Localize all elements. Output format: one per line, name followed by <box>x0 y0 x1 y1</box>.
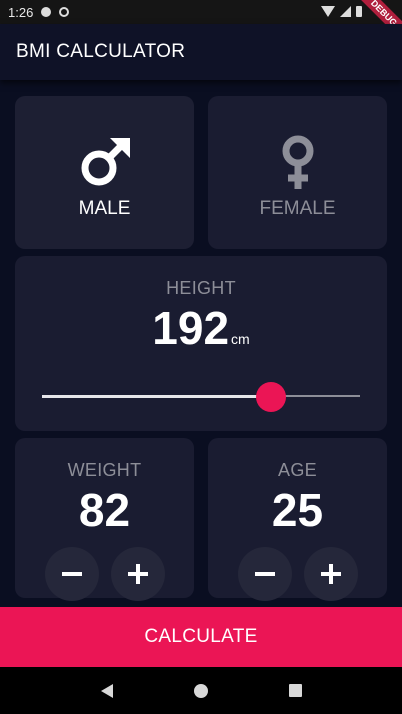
app-bar: BMI CALCULATOR <box>0 24 402 80</box>
weight-value: 82 <box>78 484 131 536</box>
female-symbol-icon <box>282 135 313 189</box>
age-decrement-button[interactable] <box>237 547 292 601</box>
slider-thumb[interactable] <box>256 382 286 412</box>
sync-icon <box>59 7 70 17</box>
male-label: MALE <box>78 198 131 219</box>
notification-icon <box>41 7 52 17</box>
home-circle-icon[interactable] <box>193 683 208 698</box>
weight-decrement-button[interactable] <box>44 547 99 601</box>
female-card[interactable]: FEMALE <box>208 96 387 249</box>
weight-label: WEIGHT <box>67 460 142 480</box>
age-card: AGE 25 <box>208 438 387 601</box>
signal-icon <box>340 6 351 17</box>
back-triangle-icon[interactable] <box>100 683 113 698</box>
age-label: AGE <box>278 460 317 480</box>
calculate-button[interactable]: CALCULATE <box>0 607 402 667</box>
status-bar: 1:26 DEBUG <box>0 0 402 47</box>
height-slider[interactable] <box>42 382 360 412</box>
height-unit: cm <box>231 331 250 347</box>
male-card[interactable]: MALE <box>15 96 194 249</box>
weight-card: WEIGHT 82 <box>15 438 194 601</box>
system-nav-bar <box>0 667 402 714</box>
status-time: 1:26 <box>8 4 34 20</box>
slider-active-track <box>42 395 271 398</box>
plus-icon <box>127 564 148 584</box>
height-value: 192 <box>152 302 230 354</box>
battery-icon <box>356 6 362 17</box>
weight-increment-button[interactable] <box>110 547 165 601</box>
minus-icon <box>61 572 82 576</box>
height-label: HEIGHT <box>166 278 236 298</box>
height-card: HEIGHT 192 cm <box>15 256 387 431</box>
plus-icon <box>320 564 341 584</box>
female-label: FEMALE <box>259 198 336 219</box>
recent-square-icon[interactable] <box>288 684 302 697</box>
age-increment-button[interactable] <box>303 547 358 601</box>
age-value: 25 <box>271 484 324 536</box>
app-title: BMI CALCULATOR <box>16 41 186 62</box>
male-symbol-icon <box>81 138 130 186</box>
minus-icon <box>254 572 275 576</box>
wifi-icon <box>321 6 335 17</box>
height-readout: 192 cm <box>152 301 249 355</box>
